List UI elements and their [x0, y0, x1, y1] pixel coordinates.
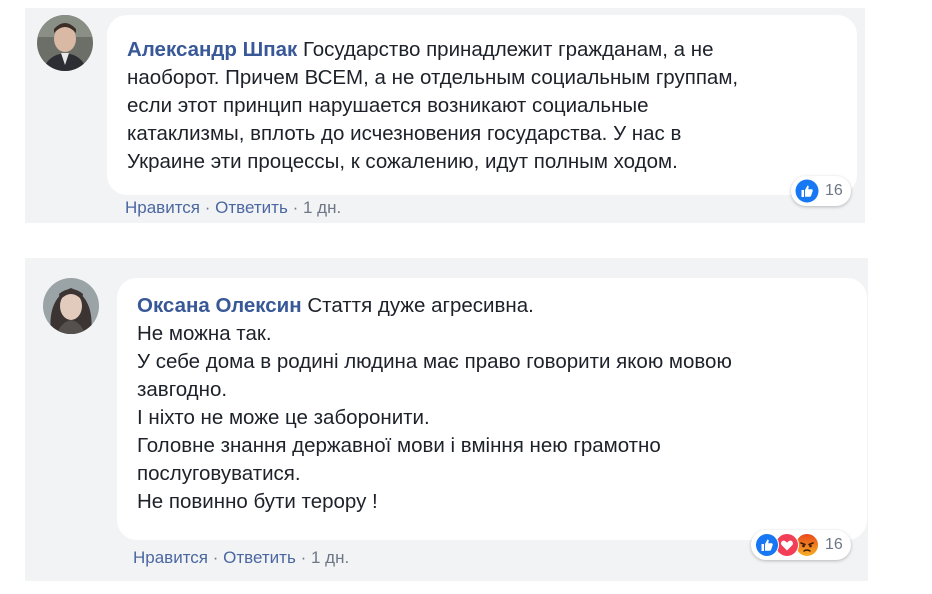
reaction-count: 16	[825, 182, 843, 199]
comment-bubble: Оксана Олексин Стаття дуже агресивна. Не…	[117, 278, 867, 540]
reactions-summary[interactable]: 16	[751, 530, 851, 560]
separator: ·	[204, 198, 211, 217]
like-icon	[755, 533, 779, 557]
like-link[interactable]: Нравится	[133, 548, 208, 567]
separator: ·	[300, 548, 307, 567]
reply-link[interactable]: Ответить	[215, 198, 288, 217]
like-icon	[795, 179, 819, 203]
comment-card: Александр Шпак Государство принадлежит г…	[25, 8, 865, 223]
comment-bubble: Александр Шпак Государство принадлежит г…	[107, 15, 857, 195]
comment-text-line: катаклизмы, вплоть до исчезновения госуд…	[127, 122, 682, 145]
comment-text-line: Головне знання державної мови і вміння н…	[137, 434, 661, 457]
comment-actions: Нравится · Ответить · 1 дн.	[125, 198, 341, 218]
timestamp[interactable]: 1 дн.	[311, 548, 349, 567]
reply-link[interactable]: Ответить	[223, 548, 296, 567]
timestamp[interactable]: 1 дн.	[303, 198, 341, 217]
separator: ·	[292, 198, 299, 217]
avatar[interactable]	[43, 278, 99, 334]
comment-text-line: Государство принадлежит гражданам, а не	[302, 38, 714, 61]
reactions-summary[interactable]: 16	[791, 176, 851, 206]
like-link[interactable]: Нравится	[125, 198, 200, 217]
comment-actions: Нравится · Ответить · 1 дн.	[133, 548, 349, 568]
comment-card: Оксана Олексин Стаття дуже агресивна. Не…	[25, 258, 868, 581]
comment-text-line: завгодно.	[137, 378, 228, 401]
comment-text-line: Не можна так.	[137, 322, 272, 345]
comment-text-line: Стаття дуже агресивна.	[307, 294, 534, 317]
comment-text-line: если этот принцип нарушается возникают с…	[127, 94, 649, 117]
comment-text-line: послуговуватися.	[137, 462, 301, 485]
avatar[interactable]	[37, 15, 93, 71]
separator: ·	[212, 548, 219, 567]
comment-text-line: І ніхто не може це заборонити.	[137, 406, 430, 429]
comment-text-line: Украине эти процессы, к сожалению, идут …	[127, 150, 678, 173]
comment-text-line: Не повинно бути терору !	[137, 490, 378, 513]
comment-text-line: наоборот. Причем ВСЕМ, а не отдельным со…	[127, 66, 739, 89]
author-name[interactable]: Александр Шпак	[127, 38, 297, 61]
comment-text-line: У себе дома в родині людина має право го…	[137, 350, 732, 373]
author-name[interactable]: Оксана Олексин	[137, 294, 302, 317]
reaction-count: 16	[825, 536, 843, 553]
